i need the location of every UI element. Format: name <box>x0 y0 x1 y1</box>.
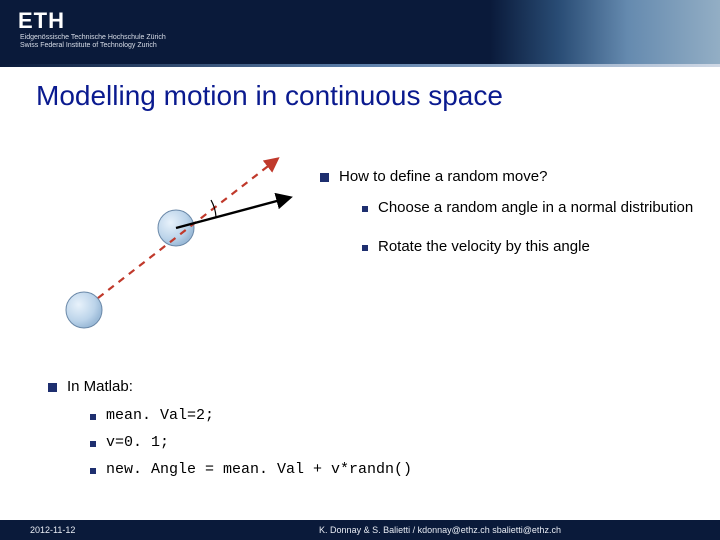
slide-title: Modelling motion in continuous space <box>36 80 503 112</box>
matlab-line-row: mean. Val=2; <box>90 407 412 424</box>
matlab-code-line: new. Angle = mean. Val + v*randn() <box>106 461 412 478</box>
eth-subtitle-line1: Eidgenössische Technische Hochschule Zür… <box>20 34 166 42</box>
matlab-line-row: new. Angle = mean. Val + v*randn() <box>90 461 412 478</box>
bullet-square-icon <box>90 441 96 447</box>
footer-credits: K. Donnay & S. Balietti / kdonnay@ethz.c… <box>160 525 720 535</box>
bullet-square-icon <box>362 206 368 212</box>
footer-date: 2012-11-12 <box>0 525 160 535</box>
header-divider <box>0 64 720 67</box>
matlab-heading-text: In Matlab: <box>67 378 133 395</box>
matlab-code-line: mean. Val=2; <box>106 407 214 424</box>
bullet-square-icon <box>362 245 368 251</box>
main-bullet-text: How to define a random move? <box>339 168 547 185</box>
sub-bullet-text: Choose a random angle in a normal distri… <box>378 199 693 216</box>
matlab-line-row: v=0. 1; <box>90 434 412 451</box>
bullet-block-main: How to define a random move? Choose a ra… <box>320 168 700 277</box>
eth-subtitle-line2: Swiss Federal Institute of Technology Zu… <box>20 42 166 50</box>
sub-bullet-row: Choose a random angle in a normal distri… <box>362 199 700 216</box>
bullet-square-icon <box>90 414 96 420</box>
matlab-code-line: v=0. 1; <box>106 434 169 451</box>
slide-header: ETH Eidgenössische Technische Hochschule… <box>0 0 720 64</box>
sub-bullet-row: Rotate the velocity by this angle <box>362 238 700 255</box>
eth-subtitle: Eidgenössische Technische Hochschule Zür… <box>20 34 166 51</box>
main-bullet-row: How to define a random move? <box>320 168 700 185</box>
bullet-square-icon <box>320 173 329 182</box>
slide-footer: 2012-11-12 K. Donnay & S. Balietti / kdo… <box>0 520 720 540</box>
sub-bullet-text: Rotate the velocity by this angle <box>378 238 590 255</box>
eth-logo: ETH <box>18 8 65 34</box>
bullet-square-icon <box>48 383 57 392</box>
header-background <box>0 0 720 64</box>
bullet-square-icon <box>90 468 96 474</box>
matlab-heading-row: In Matlab: <box>48 378 412 395</box>
matlab-block: In Matlab: mean. Val=2; v=0. 1; new. Ang… <box>48 378 412 488</box>
sub-bullets: Choose a random angle in a normal distri… <box>362 199 700 255</box>
motion-diagram <box>36 150 296 340</box>
matlab-lines: mean. Val=2; v=0. 1; new. Angle = mean. … <box>90 407 412 478</box>
